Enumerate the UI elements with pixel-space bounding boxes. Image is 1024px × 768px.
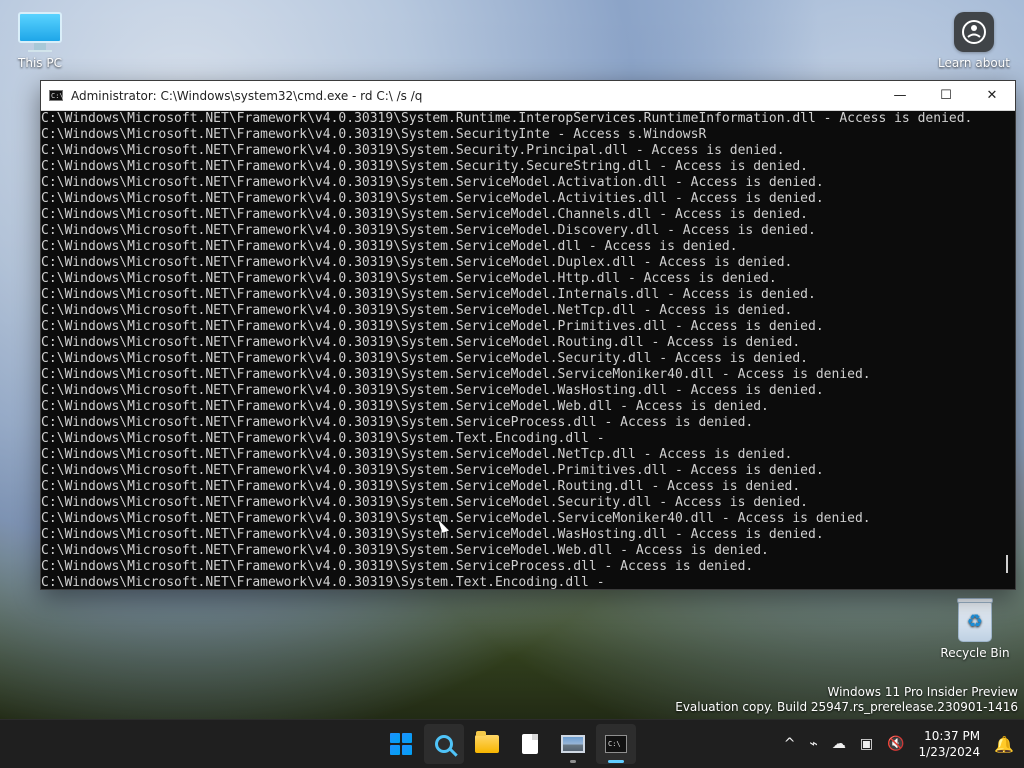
scrollbar-thumb[interactable] [1006, 555, 1008, 573]
desktop-icon-learn-about[interactable]: Learn about [934, 12, 1014, 70]
console-line: C:\Windows\Microsoft.NET\Framework\v4.0.… [41, 511, 871, 526]
console-line: C:\Windows\Microsoft.NET\Framework\v4.0.… [41, 303, 793, 318]
chevron-up-icon[interactable]: ^ [784, 737, 796, 751]
watermark-line-1: Windows 11 Pro Insider Preview [827, 685, 1018, 699]
clock-date: 1/23/2024 [918, 745, 981, 759]
console-line: C:\Windows\Microsoft.NET\Framework\v4.0.… [41, 383, 824, 398]
search-icon [435, 735, 453, 753]
clock-time: 10:37 PM [924, 729, 981, 743]
console-line: C:\Windows\Microsoft.NET\Framework\v4.0.… [41, 415, 754, 430]
start-button[interactable] [381, 724, 421, 764]
console-line: C:\Windows\Microsoft.NET\Framework\v4.0.… [41, 175, 824, 190]
console-line: C:\Windows\Microsoft.NET\Framework\v4.0.… [41, 207, 809, 222]
console-line: C:\Windows\Microsoft.NET\Framework\v4.0.… [41, 559, 754, 574]
terminal-button[interactable]: C:\ [596, 724, 636, 764]
console-line: C:\Windows\Microsoft.NET\Framework\v4.0.… [41, 447, 793, 462]
running-indicator [570, 760, 576, 763]
recycle-symbol-icon: ♻ [966, 611, 984, 632]
taskbar: C:\ ^ ⌁ ☁ ▣ 🔇 10:37 PM 1/23/2024 🔔 [0, 719, 1024, 768]
console-line: C:\Windows\Microsoft.NET\Framework\v4.0.… [41, 367, 871, 382]
terminal-icon: C:\ [605, 735, 627, 753]
console-line: C:\Windows\Microsoft.NET\Framework\v4.0.… [41, 223, 816, 238]
console-line: C:\Windows\Microsoft.NET\Framework\v4.0.… [41, 239, 738, 254]
console-line: C:\Windows\Microsoft.NET\Framework\v4.0.… [41, 287, 816, 302]
console-line: C:\Windows\Microsoft.NET\Framework\v4.0.… [41, 191, 824, 206]
file-explorer-button[interactable] [467, 724, 507, 764]
close-button[interactable]: ✕ [969, 81, 1015, 110]
maximize-button[interactable]: ☐ [923, 81, 969, 110]
console-line: C:\Windows\Microsoft.NET\Framework\v4.0.… [41, 159, 809, 174]
image-icon [561, 735, 585, 753]
computer-icon [18, 12, 62, 50]
notification-bell-icon[interactable]: 🔔 [994, 735, 1014, 754]
windows-start-icon [390, 733, 412, 755]
console-line: C:\Windows\Microsoft.NET\Framework\v4.0.… [41, 143, 785, 158]
console-line: C:\Windows\Microsoft.NET\Framework\v4.0.… [41, 319, 824, 334]
console-line: C:\Windows\Microsoft.NET\Framework\v4.0.… [41, 495, 809, 510]
system-tray: ^ ⌁ ☁ ▣ 🔇 10:37 PM 1/23/2024 🔔 [784, 720, 1014, 768]
network-icon[interactable]: ⌁ [809, 737, 817, 751]
console-line: C:\Windows\Microsoft.NET\Framework\v4.0.… [41, 127, 707, 142]
console-line: C:\Windows\Microsoft.NET\Framework\v4.0.… [41, 479, 801, 494]
help-icon [954, 12, 994, 52]
recycle-bin-label: Recycle Bin [940, 646, 1010, 660]
cmd-window-icon: C:\ [49, 90, 64, 101]
console-line: C:\Windows\Microsoft.NET\Framework\v4.0.… [41, 351, 809, 366]
console-line: C:\Windows\Microsoft.NET\Framework\v4.0.… [41, 527, 824, 542]
this-pc-label: This PC [18, 56, 62, 70]
console-line: C:\Windows\Microsoft.NET\Framework\v4.0.… [41, 463, 824, 478]
learn-about-label: Learn about [938, 56, 1010, 70]
folder-icon [475, 731, 499, 753]
minimize-button[interactable]: — [877, 81, 923, 110]
watermark-line-2: Evaluation copy. Build 25947.rs_prerelea… [675, 700, 1018, 714]
console-line: C:\Windows\Microsoft.NET\Framework\v4.0.… [41, 271, 777, 286]
windows-watermark: Windows 11 Pro Insider Preview Evaluatio… [675, 685, 1018, 715]
command-prompt-window[interactable]: C:\ Administrator: C:\Windows\system32\c… [40, 80, 1016, 590]
document-icon [522, 734, 538, 754]
window-titlebar[interactable]: C:\ Administrator: C:\Windows\system32\c… [41, 81, 1015, 111]
console-line: C:\Windows\Microsoft.NET\Framework\v4.0.… [41, 575, 605, 589]
console-line: C:\Windows\Microsoft.NET\Framework\v4.0.… [41, 431, 605, 446]
volume-muted-icon[interactable]: 🔇 [887, 737, 904, 751]
recycle-bin-icon: ♻ [957, 598, 993, 642]
console-line: C:\Windows\Microsoft.NET\Framework\v4.0.… [41, 111, 973, 126]
clock[interactable]: 10:37 PM 1/23/2024 [919, 728, 981, 760]
console-scrollbar[interactable] [997, 111, 1015, 589]
desktop-icon-recycle-bin[interactable]: ♻ Recycle Bin [935, 598, 1015, 660]
display-icon[interactable]: ▣ [860, 737, 873, 751]
onedrive-icon[interactable]: ☁ [832, 737, 846, 751]
desktop-icon-this-pc[interactable]: This PC [0, 12, 80, 70]
notepad-button[interactable] [510, 724, 550, 764]
active-indicator [608, 760, 624, 763]
console-line: C:\Windows\Microsoft.NET\Framework\v4.0.… [41, 255, 793, 270]
taskbar-apps: C:\ [381, 724, 636, 764]
console-line: C:\Windows\Microsoft.NET\Framework\v4.0.… [41, 399, 769, 414]
console-output[interactable]: C:\Windows\Microsoft.NET\Framework\v4.0.… [41, 111, 997, 589]
photos-button[interactable] [553, 724, 593, 764]
console-line: C:\Windows\Microsoft.NET\Framework\v4.0.… [41, 335, 801, 350]
console-line: C:\Windows\Microsoft.NET\Framework\v4.0.… [41, 543, 769, 558]
help-person-icon [962, 20, 986, 44]
computer-stand-icon [28, 50, 52, 52]
search-button[interactable] [424, 724, 464, 764]
window-title: Administrator: C:\Windows\system32\cmd.e… [71, 88, 423, 103]
